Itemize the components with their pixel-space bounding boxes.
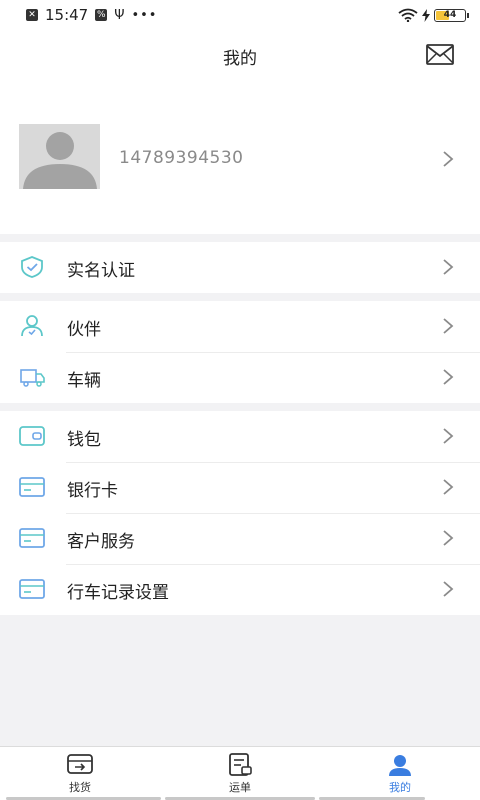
page-title: 我的: [223, 49, 257, 69]
menu-label-wallet: 钱包: [67, 430, 101, 450]
menu-item-wallet[interactable]: 钱包: [0, 411, 480, 462]
menu-section-finance: 钱包 银行卡 客户服务 行车记录设置: [0, 411, 480, 615]
menu-item-customer-service[interactable]: 客户服务: [0, 513, 480, 564]
tab-find-goods[interactable]: 找货: [40, 753, 120, 795]
tab-label: 找货: [69, 781, 91, 794]
chevron-right-icon: [443, 581, 454, 597]
app-header: 我的: [0, 30, 480, 80]
chevron-right-icon: [443, 428, 454, 444]
tab-label: 我的: [389, 781, 411, 794]
menu-label-bank-card: 银行卡: [67, 481, 118, 501]
truck-icon: [20, 369, 45, 387]
menu-label-partner: 伙伴: [67, 320, 101, 340]
tab-waybill[interactable]: 运单: [200, 753, 280, 795]
chevron-right-icon: [443, 479, 454, 495]
menu-item-verify[interactable]: 实名认证: [0, 242, 480, 293]
card-icon: [19, 477, 45, 497]
chevron-right-icon: [443, 259, 454, 275]
wifi-icon: [398, 8, 418, 22]
menu-label-verify: 实名认证: [67, 261, 135, 281]
shield-icon: [21, 256, 43, 278]
user-phone: 14789394530: [119, 148, 244, 168]
charging-icon: [422, 8, 430, 22]
status-time: 15:47: [45, 6, 89, 24]
waybill-icon: [229, 753, 252, 776]
tab-label: 运单: [229, 781, 251, 794]
chevron-right-icon: [443, 530, 454, 546]
menu-label-vehicle: 车辆: [67, 371, 101, 391]
bottom-tab-bar: 找货 运单 我的: [0, 746, 480, 800]
more-icon: •••: [131, 7, 158, 23]
tab-mine[interactable]: 我的: [360, 753, 440, 795]
chevron-right-icon: [443, 151, 454, 167]
chevron-right-icon: [443, 318, 454, 334]
user-icon: [389, 755, 411, 776]
menu-section-partner: 伙伴 车辆: [0, 301, 480, 403]
menu-label-customer-service: 客户服务: [67, 532, 135, 552]
menu-item-trip-record[interactable]: 行车记录设置: [0, 564, 480, 615]
partner-icon: [21, 315, 43, 337]
card-icon: [19, 579, 45, 599]
find-goods-icon: [67, 754, 93, 774]
avatar[interactable]: [19, 124, 100, 189]
mail-icon[interactable]: [426, 44, 454, 65]
battery-level: 44: [443, 10, 457, 20]
notification-icon: ✕: [26, 9, 38, 21]
battery-icon: 44: [434, 8, 469, 22]
menu-item-vehicle[interactable]: 车辆: [0, 352, 480, 403]
menu-label-trip-record: 行车记录设置: [67, 583, 169, 603]
menu-item-bank-card[interactable]: 银行卡: [0, 462, 480, 513]
chevron-right-icon: [443, 369, 454, 385]
usb-icon: Ψ: [114, 7, 125, 23]
menu-section-verify: 实名认证: [0, 242, 480, 293]
profile-card[interactable]: 14789394530: [0, 80, 480, 234]
status-bar: ✕ 15:47 % Ψ ••• 44: [0, 0, 480, 30]
app-notification-icon: %: [95, 9, 108, 21]
wallet-icon: [19, 426, 45, 446]
menu-item-partner[interactable]: 伙伴: [0, 301, 480, 352]
card-icon: [19, 528, 45, 548]
